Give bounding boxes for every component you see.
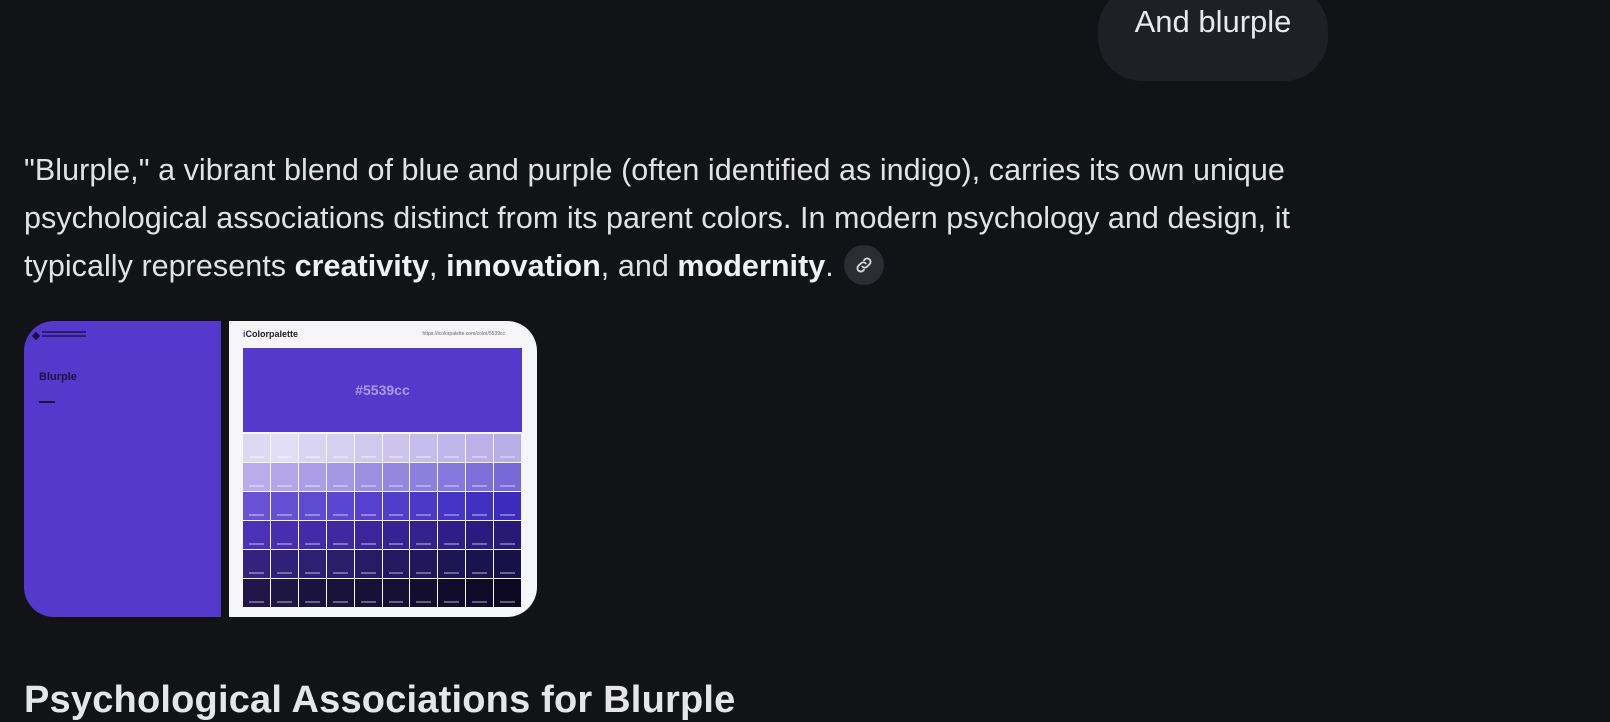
shade-cell bbox=[354, 463, 383, 492]
shade-cell bbox=[354, 521, 383, 550]
main-color-swatch: #5539cc bbox=[243, 348, 522, 432]
user-message-bubble: And blurple bbox=[1098, 0, 1328, 81]
shade-cell bbox=[494, 463, 523, 492]
shade-cell bbox=[382, 550, 411, 579]
shade-cell bbox=[494, 492, 523, 521]
separator: , and bbox=[600, 249, 678, 283]
shade-cell bbox=[326, 463, 355, 492]
shade-cell bbox=[326, 550, 355, 579]
shade-cell bbox=[382, 492, 411, 521]
shade-cell bbox=[410, 521, 439, 550]
logo-icon bbox=[31, 331, 41, 341]
shade-row bbox=[243, 521, 523, 550]
shade-cell bbox=[243, 579, 271, 608]
shade-cell bbox=[354, 579, 383, 608]
shade-cell bbox=[410, 434, 439, 463]
shade-cell bbox=[466, 492, 495, 521]
shade-cell bbox=[466, 463, 495, 492]
shade-cell bbox=[494, 521, 523, 550]
separator: , bbox=[429, 249, 447, 283]
shade-cell bbox=[438, 550, 467, 579]
link-icon bbox=[856, 257, 872, 273]
shade-cell bbox=[270, 550, 299, 579]
shade-cell bbox=[438, 434, 467, 463]
shade-row bbox=[243, 579, 523, 608]
shade-row bbox=[243, 492, 523, 521]
shade-cell bbox=[270, 521, 299, 550]
shade-cell bbox=[410, 492, 439, 521]
source-link-button[interactable] bbox=[843, 244, 884, 285]
shade-cell bbox=[410, 463, 439, 492]
shade-cell bbox=[270, 492, 299, 521]
shade-row bbox=[243, 434, 523, 463]
section-heading: Psychological Associations for Blurple bbox=[24, 679, 736, 721]
shade-cell bbox=[298, 434, 327, 463]
shade-cell bbox=[438, 521, 467, 550]
shade-cell bbox=[438, 463, 467, 492]
shade-cell bbox=[466, 434, 495, 463]
shade-cell bbox=[326, 434, 355, 463]
shade-cell bbox=[298, 550, 327, 579]
shade-cell bbox=[326, 492, 355, 521]
colorpalette-url: https://icolorpalette.com/color/5539cc bbox=[422, 331, 505, 337]
shade-cell bbox=[494, 434, 523, 463]
brand-rest: Colorpalette bbox=[245, 329, 299, 339]
shade-cell bbox=[438, 579, 467, 608]
shade-cell bbox=[243, 492, 271, 521]
shade-cell bbox=[298, 579, 327, 608]
term-innovation: innovation bbox=[446, 249, 601, 283]
shade-cell bbox=[326, 521, 355, 550]
term-creativity: creativity bbox=[294, 249, 430, 283]
answer-paragraph: "Blurple," a vibrant blend of blue and p… bbox=[24, 146, 1314, 290]
shade-cell bbox=[270, 434, 299, 463]
logo-text bbox=[42, 331, 86, 333]
shade-cell bbox=[243, 550, 271, 579]
image-carousel[interactable]: Blurple iColorpalette https://icolorpale… bbox=[24, 321, 537, 617]
swatch-subtitle bbox=[39, 401, 55, 403]
sentence-end: . bbox=[825, 249, 834, 283]
shade-cell bbox=[354, 550, 383, 579]
term-modernity: modernity bbox=[677, 249, 826, 283]
shade-cell bbox=[298, 492, 327, 521]
blurple-swatch-image[interactable]: Blurple bbox=[24, 321, 221, 617]
shade-cell bbox=[382, 579, 411, 608]
shade-cell bbox=[382, 434, 411, 463]
shade-cell bbox=[410, 550, 439, 579]
shade-cell bbox=[298, 521, 327, 550]
shade-cell bbox=[298, 463, 327, 492]
shade-cell bbox=[243, 434, 271, 463]
shade-cell bbox=[466, 550, 495, 579]
colorpalette-brand: iColorpalette bbox=[243, 329, 298, 339]
shade-grid bbox=[243, 434, 523, 608]
hex-label: #5539cc bbox=[355, 382, 410, 398]
shade-cell bbox=[494, 579, 523, 608]
shade-cell bbox=[382, 463, 411, 492]
shade-cell bbox=[466, 579, 495, 608]
shade-cell bbox=[270, 463, 299, 492]
shade-cell bbox=[382, 521, 411, 550]
colorpalette-image[interactable]: iColorpalette https://icolorpalette.com/… bbox=[229, 321, 537, 617]
shade-row bbox=[243, 550, 523, 579]
shade-cell bbox=[354, 434, 383, 463]
swatch-title: Blurple bbox=[39, 371, 77, 383]
shade-cell bbox=[466, 521, 495, 550]
shade-cell bbox=[494, 550, 523, 579]
user-message-text: And blurple bbox=[1134, 4, 1292, 39]
shade-cell bbox=[326, 579, 355, 608]
shade-cell bbox=[243, 521, 271, 550]
shade-cell bbox=[354, 492, 383, 521]
shade-cell bbox=[270, 579, 299, 608]
shade-cell bbox=[410, 579, 439, 608]
shade-cell bbox=[438, 492, 467, 521]
shade-row bbox=[243, 463, 523, 492]
shade-cell bbox=[243, 463, 271, 492]
